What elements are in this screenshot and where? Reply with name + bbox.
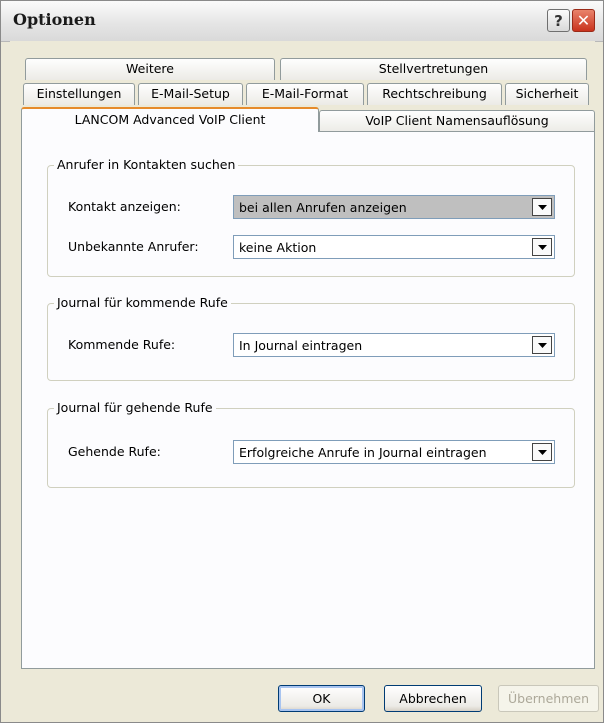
chevron-down-icon[interactable] bbox=[532, 443, 552, 461]
cancel-button[interactable]: Abbrechen bbox=[384, 685, 482, 712]
outgoing-calls-value: Erfolgreiche Anrufe in Journal eintragen bbox=[239, 445, 487, 460]
show-contact-value: bei allen Anrufen anzeigen bbox=[239, 200, 407, 215]
options-dialog: Optionen ? ✕ Weitere Stellvertretungen E… bbox=[0, 0, 604, 723]
apply-button[interactable]: Übernehmen bbox=[498, 685, 599, 712]
tab-lancom-voip-client[interactable]: LANCOM Advanced VoIP Client bbox=[21, 107, 319, 132]
incoming-calls-select[interactable]: In Journal eintragen bbox=[233, 333, 555, 357]
unknown-callers-value: keine Aktion bbox=[239, 240, 317, 255]
chevron-down-icon[interactable] bbox=[532, 238, 552, 256]
chevron-down-icon[interactable] bbox=[532, 336, 552, 354]
help-button[interactable]: ? bbox=[547, 9, 570, 32]
tab-email-format[interactable]: E-Mail-Format bbox=[246, 83, 364, 105]
show-contact-select[interactable]: bei allen Anrufen anzeigen bbox=[233, 195, 555, 219]
group-incoming-journal: Journal für kommende Rufe Kommende Rufe:… bbox=[47, 295, 575, 381]
close-button[interactable]: ✕ bbox=[572, 9, 595, 32]
group-outgoing-journal: Journal für gehende Rufe Gehende Rufe: E… bbox=[47, 400, 575, 488]
tab-voip-namensaufloesung[interactable]: VoIP Client Namensauflösung bbox=[319, 110, 595, 132]
unknown-callers-label: Unbekannte Anrufer: bbox=[68, 239, 199, 254]
tab-weitere[interactable]: Weitere bbox=[25, 58, 275, 80]
group-contacts-title: Anrufer in Kontakten suchen bbox=[54, 157, 239, 172]
chevron-down-icon[interactable] bbox=[532, 198, 552, 216]
ok-button[interactable]: OK bbox=[278, 685, 365, 712]
incoming-calls-label: Kommende Rufe: bbox=[68, 337, 176, 352]
title-bar[interactable]: Optionen ? ✕ bbox=[1, 1, 603, 42]
group-contacts: Anrufer in Kontakten suchen Kontakt anze… bbox=[47, 157, 575, 277]
tab-rechtschreibung[interactable]: Rechtschreibung bbox=[367, 83, 502, 105]
show-contact-label: Kontakt anzeigen: bbox=[68, 199, 181, 214]
group-incoming-title: Journal für kommende Rufe bbox=[54, 295, 231, 310]
incoming-calls-value: In Journal eintragen bbox=[239, 338, 363, 353]
help-icon: ? bbox=[554, 11, 563, 30]
unknown-callers-select[interactable]: keine Aktion bbox=[233, 235, 555, 259]
outgoing-calls-label: Gehende Rufe: bbox=[68, 444, 161, 459]
tab-stellvertretungen[interactable]: Stellvertretungen bbox=[280, 58, 587, 80]
close-icon: ✕ bbox=[576, 11, 591, 30]
window-title: Optionen bbox=[13, 10, 96, 29]
tab-page: Anrufer in Kontakten suchen Kontakt anze… bbox=[21, 131, 595, 669]
tab-einstellungen[interactable]: Einstellungen bbox=[23, 83, 135, 105]
tab-sicherheit[interactable]: Sicherheit bbox=[505, 83, 589, 105]
tab-email-setup[interactable]: E-Mail-Setup bbox=[138, 83, 243, 105]
group-outgoing-title: Journal für gehende Rufe bbox=[54, 400, 216, 415]
outgoing-calls-select[interactable]: Erfolgreiche Anrufe in Journal eintragen bbox=[233, 440, 555, 464]
